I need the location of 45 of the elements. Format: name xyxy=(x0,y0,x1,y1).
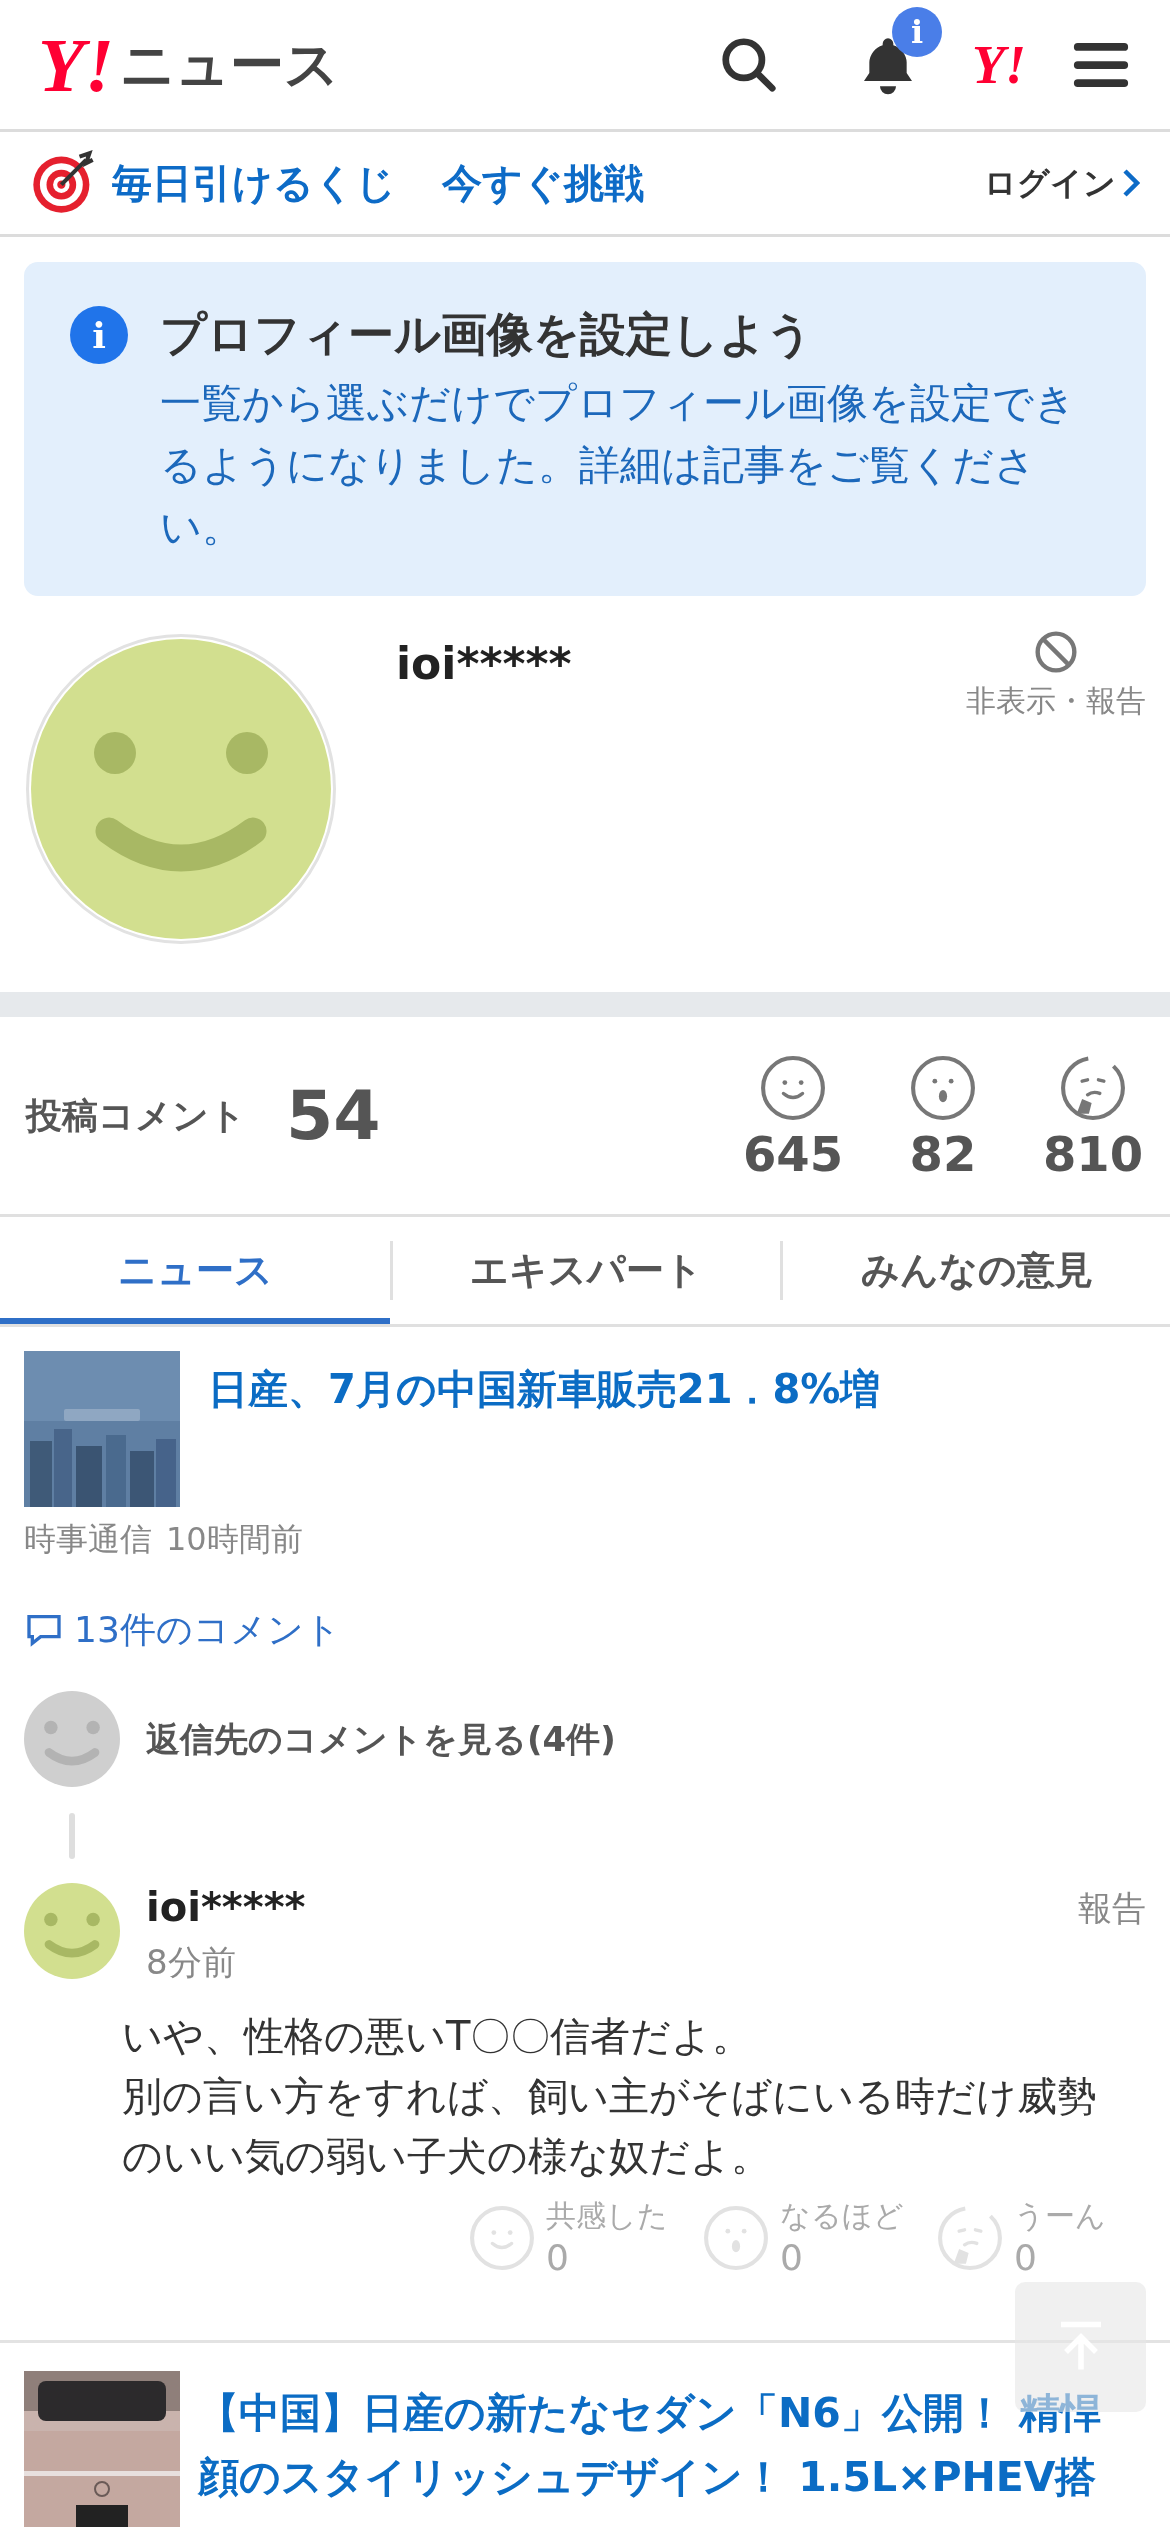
account-mark[interactable]: Y! xyxy=(972,37,1026,92)
comment-count: 54 xyxy=(286,1074,381,1157)
info-icon: i xyxy=(70,306,128,364)
comments-link[interactable]: 13件のコメント xyxy=(24,1603,1146,1657)
reaction-label: 共感した xyxy=(546,2197,668,2235)
lottery-title[interactable]: 毎日引けるくじ xyxy=(112,153,396,213)
smile-face-icon xyxy=(468,2204,536,2272)
reaction-count: 645 xyxy=(742,1129,844,1178)
reaction-count: 0 xyxy=(1014,2236,1037,2280)
tab[interactable]: みんなの意見 xyxy=(783,1217,1170,1324)
tab[interactable]: ニュース xyxy=(0,1217,390,1324)
notice-text: 一覧から選ぶだけでプロフィール画像を設定できるようになりました。詳細は記事をご覧ください。 xyxy=(160,378,1077,553)
comment-text: いや、性格の悪いT〇〇信者だよ。 xyxy=(122,2012,754,2061)
lottery-action[interactable]: 今すぐ挑戦 xyxy=(442,153,644,213)
target-icon[interactable] xyxy=(30,150,96,216)
thinking-face-icon xyxy=(936,2204,1004,2272)
comment-time: 8分前 xyxy=(146,1941,237,1984)
comment-user[interactable]: ioi***** xyxy=(146,1883,306,1931)
hide-report-button[interactable]: 非表示・報告 xyxy=(966,630,1146,723)
surprise-face-icon xyxy=(909,1053,977,1122)
notice-title: プロフィール画像を設定しよう xyxy=(160,306,814,363)
tab[interactable]: エキスパート xyxy=(393,1217,780,1324)
logo-mark[interactable]: Y! xyxy=(38,26,114,103)
reaction-count: 810 xyxy=(1042,1129,1144,1178)
surprise-face-icon xyxy=(702,2204,770,2272)
article-time: 10時間前 xyxy=(166,1519,303,1560)
comment-text: 別の言い方をすれば、飼い主がそばにいる時だけ威勢のいい気の弱い子犬の様な奴だよ。 xyxy=(122,2072,1098,2181)
profile-name: ioi***** xyxy=(396,642,572,691)
reaction-count: 0 xyxy=(546,2236,569,2280)
smile-face-icon xyxy=(759,1053,827,1122)
reply-link[interactable]: 返信先のコメントを見る(4件) xyxy=(146,1713,616,1765)
comment-count-label: 投稿コメント xyxy=(26,1093,246,1138)
chevron-icon xyxy=(1122,168,1140,198)
reaction-count: 0 xyxy=(780,2236,803,2280)
reaction-label: うーん xyxy=(1014,2197,1106,2235)
login-link[interactable]: ログイン xyxy=(984,159,1140,207)
article-source: 時事通信 xyxy=(24,1519,152,1560)
report-button[interactable]: 報告 xyxy=(1078,1883,1146,1934)
notification-badge: i xyxy=(892,6,942,57)
article-title[interactable]: 【中国】日産の新たなセダン「N6」公開！ 精悍顔のスタイリッシュデザイン！ 1.5L×PHEV搭 xyxy=(198,2381,1128,2527)
logo-text[interactable]: ニュース xyxy=(120,37,339,92)
reaction-count: 82 xyxy=(909,1129,977,1178)
prohibited-icon xyxy=(1034,630,1078,674)
article-title[interactable]: 日産、7月の中国新車販売21．8%増 xyxy=(208,1363,881,1507)
reaction-label: なるほど xyxy=(780,2197,904,2235)
